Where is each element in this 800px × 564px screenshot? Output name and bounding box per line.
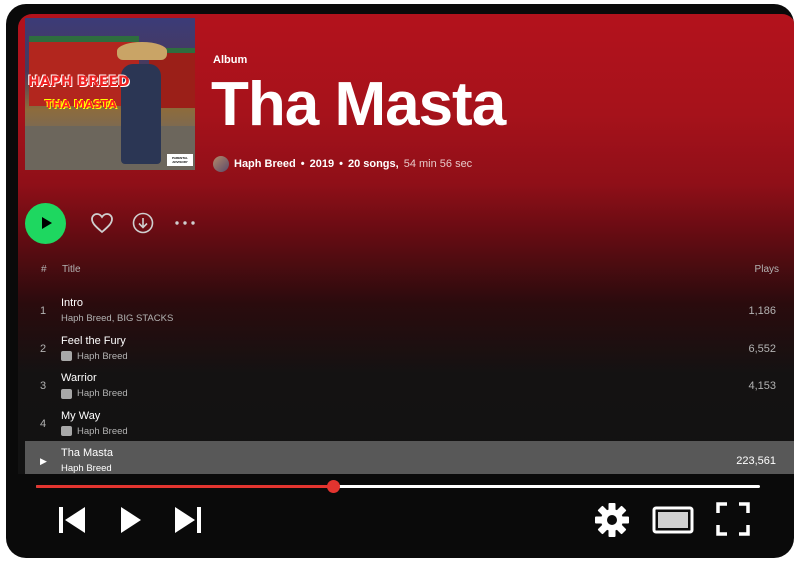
- track-artist-names[interactable]: Haph Breed: [61, 463, 112, 474]
- song-count: 20 songs,: [347, 158, 399, 170]
- next-button[interactable]: [172, 504, 204, 541]
- play-pause-button[interactable]: [118, 504, 144, 541]
- track-artists: Haph Breed, BIG STACKS: [61, 313, 173, 324]
- explicit-badge: [61, 426, 72, 436]
- track-artist-names[interactable]: Haph Breed: [77, 388, 128, 399]
- settings-icon: [595, 503, 629, 537]
- seek-bar[interactable]: [36, 480, 760, 493]
- artist-link[interactable]: Haph Breed: [234, 158, 296, 170]
- fullscreen-button[interactable]: [716, 502, 750, 541]
- artist-avatar[interactable]: [213, 156, 229, 172]
- video-player-frame: HAPH BREED THA MASTA PARENTAL ADVISORY A…: [6, 4, 794, 558]
- track-plays: 4,153: [748, 380, 776, 392]
- theater-icon: [652, 506, 694, 534]
- track-title[interactable]: My Way: [61, 410, 100, 422]
- track-plays: 1,186: [748, 305, 776, 317]
- header-title: Title: [62, 264, 81, 275]
- play-button[interactable]: [25, 202, 66, 244]
- previous-button[interactable]: [56, 504, 88, 541]
- theater-mode-button[interactable]: [652, 506, 694, 539]
- explicit-badge: [61, 351, 72, 361]
- download-button[interactable]: [132, 212, 154, 234]
- track-list: 1 Intro Haph Breed, BIG STACKS 1,186 2 F…: [25, 291, 794, 474]
- track-title[interactable]: Intro: [61, 297, 83, 309]
- cover-artist-text: HAPH BREED: [28, 74, 130, 90]
- track-artist-names[interactable]: Haph Breed, BIG STACKS: [61, 313, 173, 324]
- track-artists: Haph Breed: [61, 388, 128, 399]
- track-title[interactable]: Tha Masta: [61, 447, 113, 459]
- settings-button[interactable]: [594, 502, 630, 543]
- album-type-label: Album: [213, 54, 248, 66]
- explicit-badge: [61, 388, 72, 399]
- meta-separator: •: [339, 158, 343, 170]
- heart-icon: [91, 213, 113, 234]
- header-number: #: [41, 264, 47, 275]
- track-title[interactable]: Warrior: [61, 372, 97, 384]
- track-title[interactable]: Feel the Fury: [61, 335, 126, 347]
- track-row-active[interactable]: ▶ Tha Masta Haph Breed 223,561: [25, 441, 794, 474]
- track-artists: Haph Breed: [61, 426, 128, 437]
- cover-hat: [117, 42, 167, 60]
- previous-icon: [59, 507, 85, 533]
- track-plays: 6,552: [748, 342, 776, 355]
- more-options-button[interactable]: [174, 220, 196, 226]
- album-duration: 54 min 56 sec: [403, 158, 473, 170]
- album-meta: Haph Breed • 2019 • 20 songs, 54 min 56 …: [213, 156, 472, 172]
- track-artist-names[interactable]: Haph Breed: [77, 426, 128, 437]
- album-cover: HAPH BREED THA MASTA PARENTAL ADVISORY: [25, 18, 195, 170]
- next-icon: [175, 507, 201, 533]
- page-title: Tha Masta: [211, 70, 506, 139]
- track-number: 4: [40, 417, 47, 430]
- more-icon: [175, 221, 195, 225]
- track-plays: 223,561: [736, 455, 776, 467]
- seek-bar-handle[interactable]: [326, 480, 340, 493]
- play-icon: [41, 217, 52, 229]
- play-icon: [121, 507, 141, 533]
- album-page: HAPH BREED THA MASTA PARENTAL ADVISORY A…: [18, 14, 794, 474]
- track-row[interactable]: 2 Feel the Fury Haph Breed 6,552: [25, 329, 794, 367]
- track-row[interactable]: 1 Intro Haph Breed, BIG STACKS 1,186: [25, 291, 794, 329]
- like-button[interactable]: [90, 212, 114, 234]
- track-row[interactable]: 3 Warrior Haph Breed 4,153: [25, 366, 794, 404]
- track-row[interactable]: 4 My Way Haph Breed: [25, 404, 794, 442]
- seek-bar-progress: [36, 485, 333, 488]
- header-plays: Plays: [754, 264, 779, 275]
- now-playing-icon[interactable]: ▶: [40, 456, 47, 467]
- track-number: 3: [40, 380, 47, 392]
- album-controls: [25, 202, 196, 244]
- track-artists: Haph Breed: [61, 351, 128, 362]
- download-icon: [132, 212, 154, 234]
- parental-advisory-badge: PARENTAL ADVISORY: [167, 154, 193, 166]
- album-year: 2019: [309, 158, 335, 170]
- meta-separator: •: [300, 158, 305, 170]
- track-artists: Haph Breed: [61, 463, 112, 474]
- cover-title-text: THA MASTA: [45, 98, 117, 111]
- track-table-header: # Title Plays: [25, 263, 789, 279]
- track-number: 2: [40, 342, 47, 355]
- fullscreen-icon: [716, 502, 750, 536]
- track-artist-names[interactable]: Haph Breed: [77, 351, 128, 362]
- track-number: 1: [40, 305, 47, 317]
